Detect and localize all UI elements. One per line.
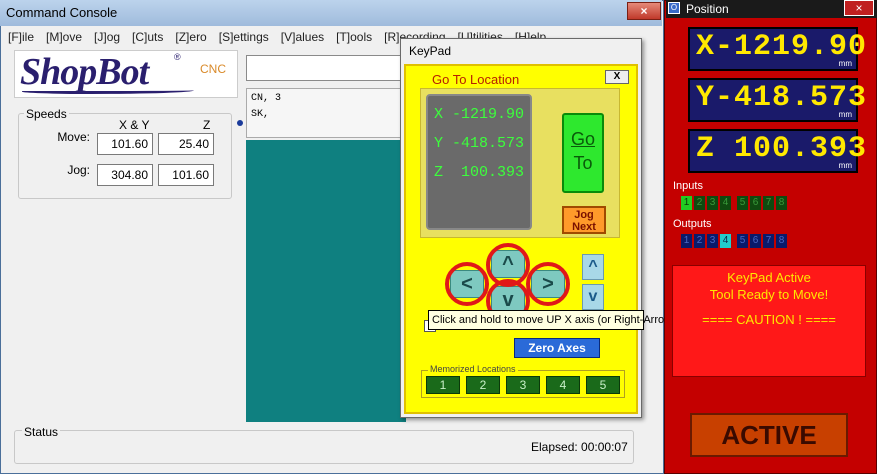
- input-2-indicator: 2: [694, 196, 705, 210]
- logo-cnc-text: CNC: [200, 62, 226, 76]
- jog-next-line1: Jog: [574, 209, 594, 221]
- output-2-indicator: 2: [694, 234, 705, 248]
- move-xy-speed-field[interactable]: 101.60: [97, 133, 153, 155]
- active-button[interactable]: ACTIVE: [690, 413, 848, 457]
- input-3-indicator: 3: [707, 196, 718, 210]
- menu-settings[interactable]: [S]ettings: [219, 30, 269, 46]
- y-position-value: Y-418.573: [696, 81, 868, 115]
- go-to-button-line2: To: [573, 153, 593, 173]
- status-label: Status: [22, 425, 61, 439]
- memory-location-4-button[interactable]: 4: [546, 376, 580, 394]
- current-line-marker: [237, 120, 243, 126]
- memory-location-3-button[interactable]: 3: [506, 376, 540, 394]
- inputs-label: Inputs: [673, 180, 703, 192]
- z-position-display: Z 100.393 mm: [688, 129, 868, 173]
- jog-next-line2: Next: [572, 221, 596, 233]
- lcd-x: X -1219.90: [434, 106, 525, 123]
- command-history: CN, 3 SK,: [246, 88, 406, 138]
- output-5-indicator: 5: [737, 234, 748, 248]
- command-input[interactable]: [246, 55, 406, 81]
- inputs-indicators: 12345678: [679, 194, 789, 212]
- preview-area: [246, 140, 406, 422]
- arrow-tooltip: Click and hold to move UP X axis (or Rig…: [428, 310, 695, 330]
- caution-message: ==== CAUTION ! ====: [702, 312, 836, 327]
- history-line: SK,: [251, 109, 270, 120]
- elapsed-time: Elapsed: 00:00:07: [531, 440, 628, 454]
- menu-zero[interactable]: [Z]ero: [175, 30, 206, 46]
- menu-jog[interactable]: [J]og: [94, 30, 120, 46]
- menu-values[interactable]: [V]alues: [281, 30, 324, 46]
- app-icon: O: [668, 2, 680, 14]
- logo-registered-mark: ®: [174, 52, 181, 62]
- input-4-indicator: 4: [720, 196, 731, 210]
- outputs-row: 12345678: [679, 232, 789, 250]
- x-unit: mm: [838, 59, 852, 68]
- inputs-row: 12345678: [679, 194, 789, 212]
- memorized-locations-label: Memorized Locations: [428, 364, 518, 374]
- speeds-xy-header: X & Y: [119, 118, 150, 132]
- input-5-indicator: 5: [737, 196, 748, 210]
- jog-z-up-button[interactable]: ^: [582, 254, 604, 280]
- zero-axes-button[interactable]: Zero Axes: [514, 338, 600, 358]
- highlight-ring: [445, 262, 489, 306]
- jog-speed-label: Jog:: [67, 163, 90, 177]
- output-1-indicator: 1: [681, 234, 692, 248]
- go-to-location-display[interactable]: X -1219.90 Y -418.573 Z 100.393: [426, 94, 532, 230]
- input-7-indicator: 7: [763, 196, 774, 210]
- jog-xy-speed-field[interactable]: 304.80: [97, 164, 153, 186]
- menu-tools[interactable]: [T]ools: [336, 30, 372, 46]
- jog-next-button[interactable]: Jog Next: [562, 206, 606, 234]
- x-position-display: X-1219.90 mm: [688, 27, 868, 71]
- move-z-speed-field[interactable]: 25.40: [158, 133, 214, 155]
- highlight-ring: [526, 262, 570, 306]
- output-7-indicator: 7: [763, 234, 774, 248]
- speeds-label: Speeds: [24, 107, 69, 121]
- output-4-indicator: 4: [720, 234, 731, 248]
- y-unit: mm: [838, 110, 852, 119]
- speeds-z-header: Z: [203, 118, 211, 132]
- lcd-y: Y -418.573: [434, 135, 525, 152]
- console-close-button[interactable]: ×: [627, 2, 661, 20]
- outputs-indicators: 12345678: [679, 232, 789, 250]
- move-speed-label: Move:: [57, 130, 90, 144]
- go-to-close-button[interactable]: X: [605, 70, 629, 84]
- keypad-title: KeyPad: [409, 44, 452, 58]
- console-title-bar: Command Console: [0, 0, 662, 26]
- jog-z-down-button[interactable]: v: [582, 284, 604, 310]
- output-6-indicator: 6: [750, 234, 761, 248]
- x-position-value: X-1219.90: [696, 30, 868, 64]
- memory-location-2-button[interactable]: 2: [466, 376, 500, 394]
- history-line: CN, 3: [251, 93, 282, 104]
- memory-location-5-button[interactable]: 5: [586, 376, 620, 394]
- position-close-button[interactable]: ×: [844, 0, 874, 16]
- menu-cuts[interactable]: [C]uts: [132, 30, 163, 46]
- keypad-active-message: KeyPad Active: [727, 270, 811, 285]
- menu-file[interactable]: [F]ile: [8, 30, 34, 46]
- input-6-indicator: 6: [750, 196, 761, 210]
- input-8-indicator: 8: [776, 196, 787, 210]
- jog-z-speed-field[interactable]: 101.60: [158, 164, 214, 186]
- outputs-label: Outputs: [673, 218, 712, 230]
- tool-ready-message: Tool Ready to Move!: [709, 287, 829, 302]
- go-to-button-line1: Go: [570, 129, 595, 149]
- output-8-indicator: 8: [776, 234, 787, 248]
- position-title: Position: [686, 2, 729, 16]
- input-1-indicator: 1: [681, 196, 692, 210]
- lcd-z: Z 100.393: [434, 164, 525, 181]
- y-position-display: Y-418.573 mm: [688, 78, 868, 122]
- go-to-button[interactable]: Go To: [562, 113, 604, 193]
- go-to-location-label: Go To Location: [432, 72, 520, 87]
- z-position-value: Z 100.393: [696, 132, 868, 166]
- z-unit: mm: [838, 161, 852, 170]
- menu-move[interactable]: [M]ove: [46, 30, 82, 46]
- memory-location-1-button[interactable]: 1: [426, 376, 460, 394]
- output-3-indicator: 3: [707, 234, 718, 248]
- status-message-box: KeyPad Active Tool Ready to Move! ==== C…: [672, 265, 866, 377]
- console-title: Command Console: [6, 5, 118, 20]
